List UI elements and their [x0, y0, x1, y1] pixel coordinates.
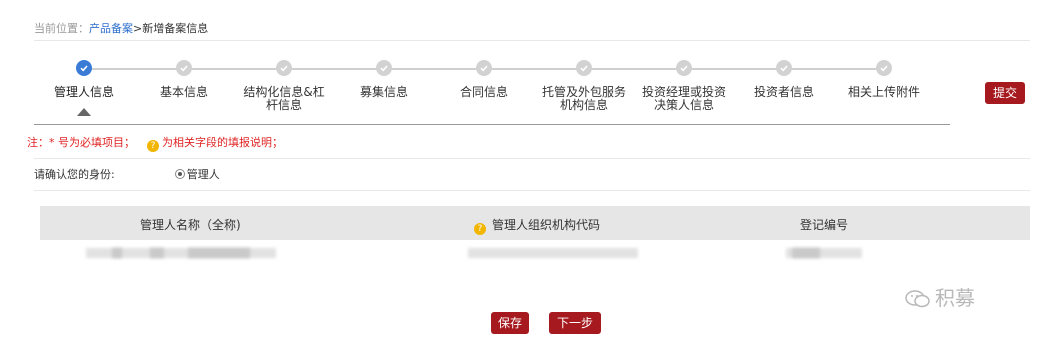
- next-step-button[interactable]: 下一步: [549, 312, 601, 334]
- identity-label: 请确认您的身份:: [34, 168, 115, 181]
- wechat-icon: [905, 289, 931, 314]
- step-structured-info[interactable]: 结构化信息&杠杆信息: [234, 52, 334, 112]
- step-custody-outsourcing-info[interactable]: 托管及外包服务机构信息: [534, 52, 634, 112]
- identity-confirm-row: 请确认您的身份: 管理人: [34, 166, 220, 182]
- column-header-registration-no: 登记编号: [800, 218, 849, 232]
- step-label: 募集信息: [359, 85, 408, 99]
- redacted-block: [112, 248, 122, 258]
- watermark-text: 积募: [935, 286, 975, 310]
- header-divider: [34, 40, 1030, 41]
- step-label: 合同信息: [459, 85, 508, 99]
- breadcrumb-separator: >: [133, 22, 143, 35]
- submit-button[interactable]: 提交: [985, 82, 1025, 104]
- step-label: 管理人信息: [53, 85, 114, 99]
- redacted-org-code: [468, 248, 638, 258]
- manager-table-header: 管理人名称（全称) ? 管理人组织机构代码 登记编号: [40, 206, 1030, 240]
- note-divider: [34, 158, 1030, 159]
- identity-radio-manager[interactable]: [174, 169, 185, 179]
- step-check-icon: [276, 60, 292, 76]
- breadcrumb-current: 新增备案信息: [142, 22, 209, 35]
- redacted-block: [792, 248, 820, 258]
- step-check-icon: [576, 60, 592, 76]
- help-icon: ?: [474, 223, 486, 235]
- step-label: 托管及外包服务机构信息: [541, 85, 626, 112]
- step-label: 结构化信息&杠杆信息: [243, 85, 325, 112]
- step-label: 投资者信息: [753, 85, 814, 99]
- step-check-icon: [376, 60, 392, 76]
- breadcrumb-prefix: 当前位置：: [34, 22, 89, 35]
- step-check-icon: [776, 60, 792, 76]
- breadcrumb-link-product-filing[interactable]: 产品备案: [89, 22, 133, 35]
- required-note: 注：* 号为必填项目；: [27, 136, 135, 149]
- column-header-manager-name: 管理人名称（全称): [140, 218, 241, 232]
- step-check-icon: [176, 60, 192, 76]
- form-note: 注：* 号为必填项目；? 为相关字段的填报说明；: [27, 134, 283, 152]
- step-check-icon: [676, 60, 692, 76]
- progress-stepper: 管理人信息 基本信息 结构化信息&杠杆信息 募集信息 合同信息 托管及外包服务机…: [34, 52, 984, 132]
- step-manager-info[interactable]: 管理人信息: [34, 52, 134, 99]
- identity-option-label[interactable]: 管理人: [187, 168, 220, 181]
- column-header-org-code: ? 管理人组织机构代码: [474, 216, 600, 235]
- column-header-org-code-label: 管理人组织机构代码: [492, 218, 601, 232]
- redacted-block: [150, 248, 164, 258]
- step-contract-info[interactable]: 合同信息: [434, 52, 534, 99]
- watermark: 积募: [905, 282, 975, 314]
- step-fundraising-info[interactable]: 募集信息: [334, 52, 434, 99]
- step-investor-info[interactable]: 投资者信息: [734, 52, 834, 99]
- identity-divider: [34, 190, 1030, 191]
- step-label: 投资经理或投资决策人信息: [641, 85, 726, 112]
- save-button[interactable]: 保存: [491, 312, 529, 334]
- step-label: 相关上传附件: [847, 85, 920, 99]
- help-note: 为相关字段的填报说明；: [162, 136, 283, 149]
- step-label: 基本信息: [159, 85, 208, 99]
- step-attachments[interactable]: 相关上传附件: [834, 52, 934, 99]
- breadcrumb: 当前位置：产品备案>新增备案信息: [34, 20, 208, 36]
- stepper-underline: [34, 124, 950, 125]
- step-check-icon: [876, 60, 892, 76]
- redacted-block: [188, 248, 250, 258]
- help-icon: ?: [147, 140, 159, 152]
- step-investment-manager-info[interactable]: 投资经理或投资决策人信息: [634, 52, 734, 112]
- step-basic-info[interactable]: 基本信息: [134, 52, 234, 99]
- table-row: [40, 240, 1030, 266]
- active-step-pointer-icon: [77, 108, 91, 116]
- step-check-icon: [76, 60, 92, 76]
- step-check-icon: [476, 60, 492, 76]
